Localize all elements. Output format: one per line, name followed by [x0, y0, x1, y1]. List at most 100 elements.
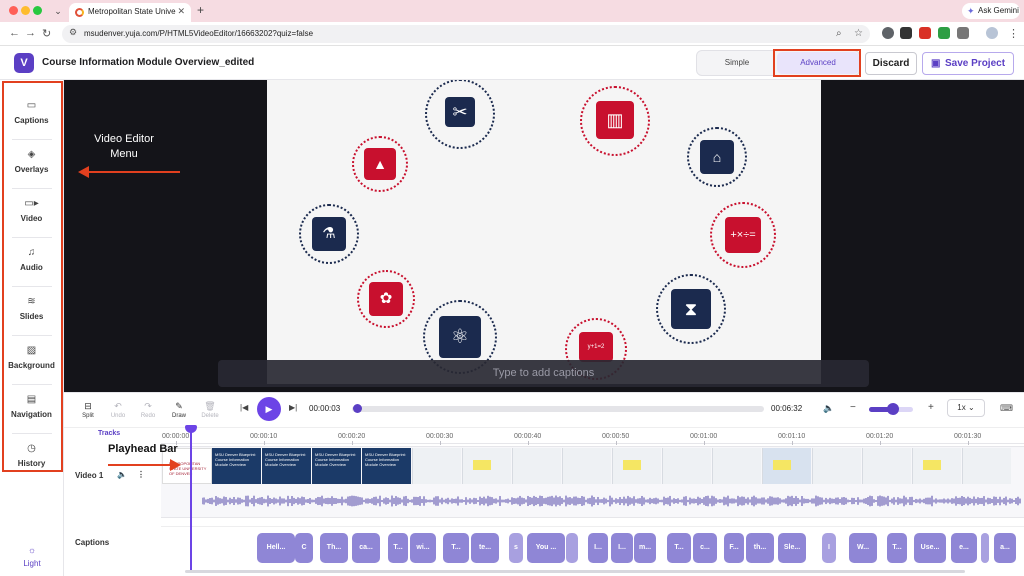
- puzzle-extensions-icon[interactable]: [957, 27, 969, 39]
- total-time: 00:06:32: [771, 404, 803, 413]
- thumbnail-highlight: [473, 460, 491, 470]
- playback-speed-select[interactable]: 1x ⌄: [947, 399, 985, 417]
- caption-chip[interactable]: e...: [951, 533, 977, 563]
- ruler-tick-mark: [352, 441, 353, 445]
- redo-label: Redo: [140, 413, 156, 419]
- delete-label: Delete: [201, 413, 219, 419]
- left-arrow-icon: [78, 166, 89, 178]
- caption-chip[interactable]: Use...: [914, 533, 946, 563]
- bookmark-star-icon[interactable]: ☆: [854, 28, 863, 39]
- url-field[interactable]: ⚙ msudenver.yuja.com/P/HTML5VideoEditor/…: [62, 25, 870, 43]
- track-more-options-icon[interactable]: ⋮: [137, 470, 145, 479]
- new-tab-icon[interactable]: +: [197, 3, 204, 17]
- profile-avatar[interactable]: [986, 27, 998, 39]
- caption-chip[interactable]: T...: [667, 533, 691, 563]
- caption-chip[interactable]: T...: [443, 533, 469, 563]
- timeline-ruler[interactable]: [161, 430, 1024, 444]
- playhead-bar[interactable]: [190, 430, 192, 570]
- caption-chip[interactable]: wi...: [410, 533, 436, 563]
- calculator-icon: +×÷=: [725, 217, 761, 253]
- tab-search-chevron-icon[interactable]: ⌄: [50, 3, 66, 19]
- caption-chip[interactable]: a...: [994, 533, 1016, 563]
- ruler-tick-label: 00:01:20: [866, 433, 894, 440]
- caption-chip[interactable]: Hell...: [257, 533, 295, 563]
- extension-icon[interactable]: [900, 27, 912, 39]
- maximize-window-button[interactable]: [33, 6, 42, 15]
- track-volume-icon[interactable]: 🔈: [117, 470, 127, 479]
- caption-chip[interactable]: c...: [693, 533, 717, 563]
- delete-button[interactable]: 🗑 Delete: [195, 401, 225, 419]
- caption-input[interactable]: Type to add captions: [218, 360, 869, 387]
- caption-chip[interactable]: C: [295, 533, 313, 563]
- caption-chip[interactable]: s: [509, 533, 523, 563]
- video-thumbnail-screen: [562, 448, 611, 484]
- tools-icon: ✂: [445, 97, 475, 127]
- skip-forward-icon[interactable]: ▶|: [289, 403, 297, 412]
- timeline-scrollbar[interactable]: [185, 570, 965, 573]
- playback-progress-bar[interactable]: [352, 406, 764, 412]
- back-arrow-icon[interactable]: ←: [9, 27, 20, 39]
- minimize-window-button[interactable]: [21, 6, 30, 15]
- site-settings-icon[interactable]: ⚙: [69, 27, 77, 38]
- reload-icon[interactable]: ↻: [42, 27, 51, 40]
- light-theme-toggle[interactable]: ☼ Light: [10, 545, 54, 568]
- pencil-icon: ✎: [175, 401, 183, 411]
- caption-chip[interactable]: th...: [746, 533, 774, 563]
- simple-mode-button[interactable]: Simple: [697, 51, 777, 75]
- captions-track-label: Captions: [75, 538, 110, 547]
- video-thumbnail-title-slide: MSU Denver Blueprint: Course Information…: [262, 448, 311, 484]
- redo-button[interactable]: ↷ Redo: [133, 401, 163, 419]
- zoom-in-icon[interactable]: +: [928, 402, 934, 413]
- ruler-tick-label: 00:00:20: [338, 433, 366, 440]
- video-thumbnail-screen: [462, 448, 511, 484]
- pdf-extension-icon[interactable]: [919, 27, 931, 39]
- yuja-favicon-icon: [75, 8, 84, 17]
- caption-chip[interactable]: T...: [887, 533, 907, 563]
- video-thumbnail-screen: [662, 448, 711, 484]
- save-project-button[interactable]: ▣ Save Project: [922, 52, 1014, 75]
- browser-menu-icon[interactable]: ⋮: [1008, 27, 1019, 40]
- caption-chip[interactable]: [981, 533, 989, 563]
- close-tab-icon[interactable]: ✕: [177, 6, 185, 17]
- zoom-magnifier-icon[interactable]: ⌕: [836, 28, 842, 39]
- volume-icon[interactable]: 🔈: [823, 403, 834, 414]
- play-button[interactable]: ▶: [257, 397, 281, 421]
- caption-chip[interactable]: I...: [611, 533, 633, 563]
- forward-arrow-icon[interactable]: →: [25, 27, 36, 39]
- ask-gemini-label: Ask Gemini: [978, 6, 1019, 15]
- undo-button[interactable]: ↶ Undo: [103, 401, 133, 419]
- caption-chip[interactable]: te...: [471, 533, 499, 563]
- caption-chip[interactable]: W...: [849, 533, 877, 563]
- video-frame[interactable]: ✂ ▥ ▲ ⌂ ⚗ +×÷= ✿ ⧗ ⚛ y+1=2: [267, 80, 821, 384]
- skip-back-icon[interactable]: |◀: [240, 403, 248, 412]
- annotation-arrow-line: [108, 464, 172, 466]
- split-button[interactable]: ⊟ Split: [73, 401, 103, 419]
- draw-button[interactable]: ✎ Draw: [164, 401, 194, 419]
- sidebar-highlight-box: [2, 81, 63, 472]
- discard-button[interactable]: Discard: [865, 52, 917, 75]
- extension-icon[interactable]: [882, 27, 894, 39]
- caption-chip[interactable]: T...: [388, 533, 408, 563]
- close-window-button[interactable]: [9, 6, 18, 15]
- zoom-out-icon[interactable]: −: [850, 402, 856, 413]
- caption-chip[interactable]: [566, 533, 578, 563]
- caption-chip[interactable]: You ...: [527, 533, 565, 563]
- caption-chip[interactable]: F...: [724, 533, 744, 563]
- extension-icon[interactable]: [938, 27, 950, 39]
- graduation-cap-icon: ▲: [364, 148, 396, 180]
- video-thumbnail-screen: [412, 448, 461, 484]
- browser-tab[interactable]: Metropolitan State University ✕: [69, 3, 191, 22]
- caption-chip[interactable]: ca...: [352, 533, 380, 563]
- caption-chip[interactable]: Sle...: [778, 533, 806, 563]
- thumbnail-highlight: [773, 460, 791, 470]
- caption-chip[interactable]: I...: [588, 533, 608, 563]
- flask-icon: ⚗: [312, 217, 346, 251]
- keyboard-shortcuts-icon[interactable]: ⌨: [1000, 403, 1013, 414]
- caption-chip[interactable]: I: [822, 533, 836, 563]
- ask-gemini-button[interactable]: ✦ Ask Gemini: [962, 3, 1020, 19]
- caption-chip[interactable]: Th...: [320, 533, 348, 563]
- audio-waveform: [202, 495, 1021, 507]
- ruler-tick-label: 00:00:10: [250, 433, 278, 440]
- gemini-sparkle-icon: ✦: [967, 6, 975, 16]
- caption-chip[interactable]: m...: [634, 533, 656, 563]
